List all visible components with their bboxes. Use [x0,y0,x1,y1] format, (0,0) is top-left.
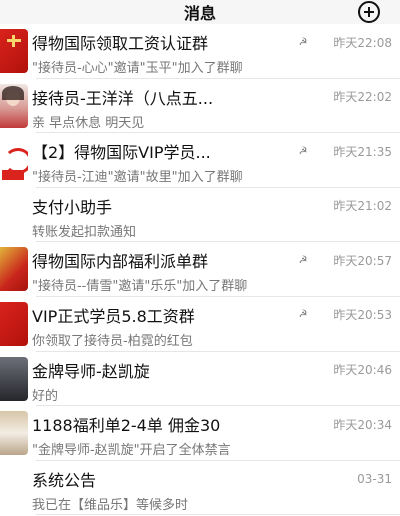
avatar[interactable] [0,411,28,456]
mute-icon: ☭ [298,145,308,157]
chat-item-content: 1188福利单2-4单 佣金30 昨天20:34 "金牌导师-赵凯旋"开启了全体禁言 [28,406,400,461]
chat-time: 昨天20:53 [333,308,392,323]
mute-icon: ☭ [298,254,308,266]
plus-circle-icon[interactable] [358,1,380,23]
chat-name: 金牌导师-赵凯旋 [32,361,150,381]
chat-item-header: 得物国际领取工资认证群 ☭ 昨天22:08 [32,31,392,53]
mute-icon: ☭ [298,309,308,321]
chat-item-content: 系统公告 03-31 我已在【维品乐】等候多时 [28,461,400,516]
chat-item-header: 接待员-王洋洋（八点五... 昨天22:02 [32,86,392,108]
chat-time: 昨天20:46 [333,363,392,378]
avatar-placeholder[interactable] [0,193,28,237]
chat-time: 03-31 [357,471,392,486]
chat-name: 1188福利单2-4单 佣金30 [32,416,221,436]
chat-preview: 你领取了接待员-柏霓的红包 [32,333,193,349]
page-title: 消息 [183,4,216,23]
chat-time: 昨天21:35 [333,144,392,159]
chat-item-header: VIP正式学员5.8工资群 ☭ 昨天20:53 [32,304,392,326]
chat-name: 得物国际领取工资认证群 [32,34,209,53]
avatar[interactable] [0,138,28,183]
chat-item-header: 金牌导师-赵凯旋 昨天20:46 [32,359,392,381]
chat-list-item[interactable]: 【2】得物国际VIP学员... ☭ 昨天21:35 "接待员-江迪"邀请"故里"加入了… [0,133,400,188]
chat-preview: 我已在【维品乐】等候多时 [32,497,189,513]
chat-list-item[interactable]: 支付小助手 昨天21:02 转账发起扣款通知 [0,188,400,243]
chat-name: 支付小助手 [32,197,113,217]
mute-icon: ☭ [298,36,308,48]
avatar[interactable] [0,301,28,346]
avatar[interactable] [0,356,28,401]
chat-name: VIP正式学员5.8工资群 [32,306,195,326]
chat-list-item[interactable]: 1188福利单2-4单 佣金30 昨天20:34 "金牌导师-赵凯旋"开启了全体禁言 [0,406,400,461]
chat-time: 昨天20:34 [333,417,392,432]
chat-preview: 好的 [32,388,59,404]
chat-item-content: VIP正式学员5.8工资群 ☭ 昨天20:53 你领取了接待员-柏霓的红包 [28,297,400,352]
chat-item-content: 接待员-王洋洋（八点五... 昨天22:02 亲 早点休息 明天见 [28,79,400,134]
chat-name: 得物国际内部福利派单群 [32,252,209,272]
chat-list-item[interactable]: VIP正式学员5.8工资群 ☭ 昨天20:53 你领取了接待员-柏霓的红包 [0,297,400,352]
chat-time: 昨天21:02 [333,199,392,214]
chat-item-header: 1188福利单2-4单 佣金30 昨天20:34 [32,413,392,435]
chat-name: 接待员-王洋洋（八点五... [32,88,214,108]
chat-item-header: 支付小助手 昨天21:02 [32,195,392,217]
chat-preview: 转账发起扣款通知 [32,224,137,240]
chat-preview: "接待员-江迪"邀请"故里"加入了群聊 [32,170,243,186]
chat-preview: 亲 早点休息 明天见 [32,115,145,131]
top-bar: 消息 [0,0,400,24]
chat-name: 系统公告 [32,470,97,490]
chat-item-content: 【2】得物国际VIP学员... ☭ 昨天21:35 "接待员-江迪"邀请"故里"加入了… [28,133,400,188]
chat-item-content: 支付小助手 昨天21:02 转账发起扣款通知 [28,188,400,243]
chat-item-header: 【2】得物国际VIP学员... ☭ 昨天21:35 [32,140,392,162]
chat-list: 得物国际领取工资认证群 ☭ 昨天22:08 "接待员-心心"邀请"玉平"加入了群聊接待… [0,24,400,515]
avatar[interactable] [0,83,28,128]
chat-list-item[interactable]: 得物国际内部福利派单群 ☭ 昨天20:57 "接待员--倩雪"邀请"乐乐"加入了群聊 [0,242,400,297]
avatar[interactable] [0,247,28,292]
chat-item-content: 得物国际领取工资认证群 ☭ 昨天22:08 "接待员-心心"邀请"玉平"加入了群聊 [28,24,400,79]
chat-item-header: 得物国际内部福利派单群 ☭ 昨天20:57 [32,249,392,271]
avatar[interactable] [0,29,28,73]
chat-preview: "接待员--倩雪"邀请"乐乐"加入了群聊 [32,279,248,295]
chat-list-item[interactable]: 得物国际领取工资认证群 ☭ 昨天22:08 "接待员-心心"邀请"玉平"加入了群聊 [0,24,400,79]
chat-time: 昨天22:02 [333,90,392,105]
chat-name: 【2】得物国际VIP学员... [32,143,211,163]
chat-list-item[interactable]: 金牌导师-赵凯旋 昨天20:46 好的 [0,352,400,407]
chat-list-item[interactable]: 系统公告 03-31 我已在【维品乐】等候多时 [0,461,400,516]
chat-time: 昨天20:57 [333,253,392,268]
chat-item-content: 得物国际内部福利派单群 ☭ 昨天20:57 "接待员--倩雪"邀请"乐乐"加入了群聊 [28,242,400,297]
avatar-placeholder[interactable] [0,466,28,510]
chat-preview: "接待员-心心"邀请"玉平"加入了群聊 [32,61,243,76]
chat-item-content: 金牌导师-赵凯旋 昨天20:46 好的 [28,352,400,407]
chat-item-header: 系统公告 03-31 [32,468,392,490]
chat-time: 昨天22:08 [333,35,392,50]
chat-list-item[interactable]: 接待员-王洋洋（八点五... 昨天22:02 亲 早点休息 明天见 [0,79,400,134]
chat-preview: "金牌导师-赵凯旋"开启了全体禁言 [32,443,231,459]
